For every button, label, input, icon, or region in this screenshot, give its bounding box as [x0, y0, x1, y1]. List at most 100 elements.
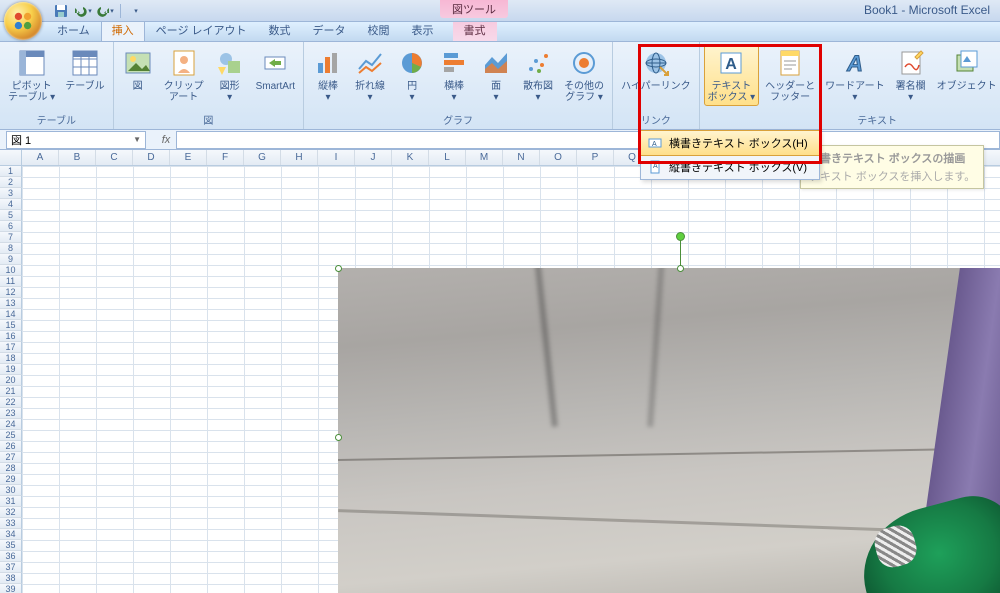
- worksheet-grid[interactable]: 1234567891011121314151617181920212223242…: [0, 166, 1000, 593]
- vertical-textbox-icon: A: [647, 159, 663, 175]
- row-header[interactable]: 10: [0, 265, 22, 276]
- row-header[interactable]: 7: [0, 232, 22, 243]
- row-header[interactable]: 39: [0, 584, 22, 593]
- column-header[interactable]: O: [540, 150, 577, 165]
- select-all-corner[interactable]: [0, 150, 22, 165]
- column-header[interactable]: C: [96, 150, 133, 165]
- row-header[interactable]: 35: [0, 540, 22, 551]
- row-header[interactable]: 13: [0, 298, 22, 309]
- horizontal-textbox-item[interactable]: A 横書きテキスト ボックス(H): [640, 130, 820, 156]
- svg-text:A: A: [846, 51, 863, 76]
- column-header[interactable]: N: [503, 150, 540, 165]
- row-header[interactable]: 11: [0, 276, 22, 287]
- fx-icon[interactable]: fx: [156, 134, 176, 146]
- row-header[interactable]: 5: [0, 210, 22, 221]
- office-button[interactable]: [4, 2, 42, 40]
- resize-handle-w[interactable]: [335, 434, 342, 441]
- column-header[interactable]: B: [59, 150, 96, 165]
- row-header[interactable]: 4: [0, 199, 22, 210]
- row-header[interactable]: 3: [0, 188, 22, 199]
- row-header[interactable]: 25: [0, 430, 22, 441]
- column-header[interactable]: L: [429, 150, 466, 165]
- row-header[interactable]: 29: [0, 474, 22, 485]
- row-header[interactable]: 9: [0, 254, 22, 265]
- inserted-picture[interactable]: [338, 268, 1000, 593]
- column-header[interactable]: D: [133, 150, 170, 165]
- column-chart-icon: [314, 49, 342, 77]
- svg-text:A: A: [652, 141, 657, 148]
- row-header[interactable]: 38: [0, 573, 22, 584]
- row-header[interactable]: 26: [0, 441, 22, 452]
- bar-chart-button[interactable]: 横棒 ▾: [434, 44, 474, 106]
- hyperlink-button[interactable]: ハイパーリンク: [617, 44, 695, 95]
- table-button[interactable]: テーブル: [61, 44, 108, 95]
- contextual-tab-label: 図ツール: [440, 0, 508, 18]
- name-box[interactable]: 図 1 ▼: [6, 131, 146, 149]
- row-header[interactable]: 17: [0, 342, 22, 353]
- signature-button[interactable]: 署名欄 ▾: [891, 44, 931, 106]
- resize-handle-nw[interactable]: [335, 265, 342, 272]
- row-header[interactable]: 20: [0, 375, 22, 386]
- wordart-button[interactable]: Aワードアート ▾: [821, 44, 888, 106]
- column-header[interactable]: A: [22, 150, 59, 165]
- vertical-textbox-item[interactable]: A 縦書きテキスト ボックス(V): [641, 155, 819, 179]
- resize-handle-n[interactable]: [677, 265, 684, 272]
- row-header[interactable]: 12: [0, 287, 22, 298]
- cells-area[interactable]: [22, 166, 1000, 593]
- row-header[interactable]: 23: [0, 408, 22, 419]
- row-header[interactable]: 1: [0, 166, 22, 177]
- clipart-button[interactable]: クリップ アート: [160, 44, 208, 106]
- shapes-button[interactable]: 図形 ▾: [210, 44, 250, 106]
- row-header[interactable]: 8: [0, 243, 22, 254]
- smartart-button[interactable]: SmartArt: [252, 44, 299, 95]
- row-header[interactable]: 16: [0, 331, 22, 342]
- column-header[interactable]: E: [170, 150, 207, 165]
- textbox-dropdown: A 横書きテキスト ボックス(H) A 縦書きテキスト ボックス(V): [640, 130, 820, 180]
- row-header[interactable]: 21: [0, 386, 22, 397]
- row-header[interactable]: 28: [0, 463, 22, 474]
- picture-button[interactable]: 図: [118, 44, 158, 95]
- row-header[interactable]: 31: [0, 496, 22, 507]
- row-header[interactable]: 15: [0, 320, 22, 331]
- rotation-handle[interactable]: [676, 232, 685, 241]
- other-charts-button[interactable]: その他の グラフ ▾: [560, 44, 608, 106]
- row-header[interactable]: 36: [0, 551, 22, 562]
- row-header[interactable]: 14: [0, 309, 22, 320]
- column-header[interactable]: G: [244, 150, 281, 165]
- column-header[interactable]: J: [355, 150, 392, 165]
- row-header[interactable]: 27: [0, 452, 22, 463]
- name-box-dropdown-icon[interactable]: ▼: [133, 135, 141, 144]
- object-button[interactable]: オブジェクト: [933, 44, 1000, 95]
- row-header[interactable]: 6: [0, 221, 22, 232]
- area-chart-button[interactable]: 面 ▾: [476, 44, 516, 106]
- column-header[interactable]: F: [207, 150, 244, 165]
- line-chart-button[interactable]: 折れ線 ▾: [350, 44, 390, 106]
- header-footer-button[interactable]: ヘッダーと フッター: [761, 44, 819, 106]
- column-header[interactable]: I: [318, 150, 355, 165]
- row-header[interactable]: 2: [0, 177, 22, 188]
- save-button[interactable]: [52, 2, 70, 20]
- undo-button[interactable]: ▾: [74, 2, 92, 20]
- redo-button[interactable]: ▾: [96, 2, 114, 20]
- column-chart-button[interactable]: 縦棒 ▾: [308, 44, 348, 106]
- menu-item-label: 縦書きテキスト ボックス(V): [669, 159, 807, 175]
- qat-customize-button[interactable]: ▾: [127, 2, 145, 20]
- row-header[interactable]: 30: [0, 485, 22, 496]
- column-header[interactable]: H: [281, 150, 318, 165]
- scatter-chart-button[interactable]: 散布図 ▾: [518, 44, 558, 106]
- column-header[interactable]: P: [577, 150, 614, 165]
- pivot-table-button[interactable]: ピボット テーブル ▾: [4, 44, 59, 106]
- pie-chart-button[interactable]: 円 ▾: [392, 44, 432, 106]
- row-header[interactable]: 34: [0, 529, 22, 540]
- row-header[interactable]: 18: [0, 353, 22, 364]
- row-header[interactable]: 32: [0, 507, 22, 518]
- column-header[interactable]: M: [466, 150, 503, 165]
- row-header[interactable]: 19: [0, 364, 22, 375]
- row-header[interactable]: 24: [0, 419, 22, 430]
- row-header[interactable]: 37: [0, 562, 22, 573]
- textbox-button[interactable]: Aテキスト ボックス ▾: [704, 44, 760, 106]
- other-charts-icon: [570, 49, 598, 77]
- column-header[interactable]: K: [392, 150, 429, 165]
- row-header[interactable]: 33: [0, 518, 22, 529]
- row-header[interactable]: 22: [0, 397, 22, 408]
